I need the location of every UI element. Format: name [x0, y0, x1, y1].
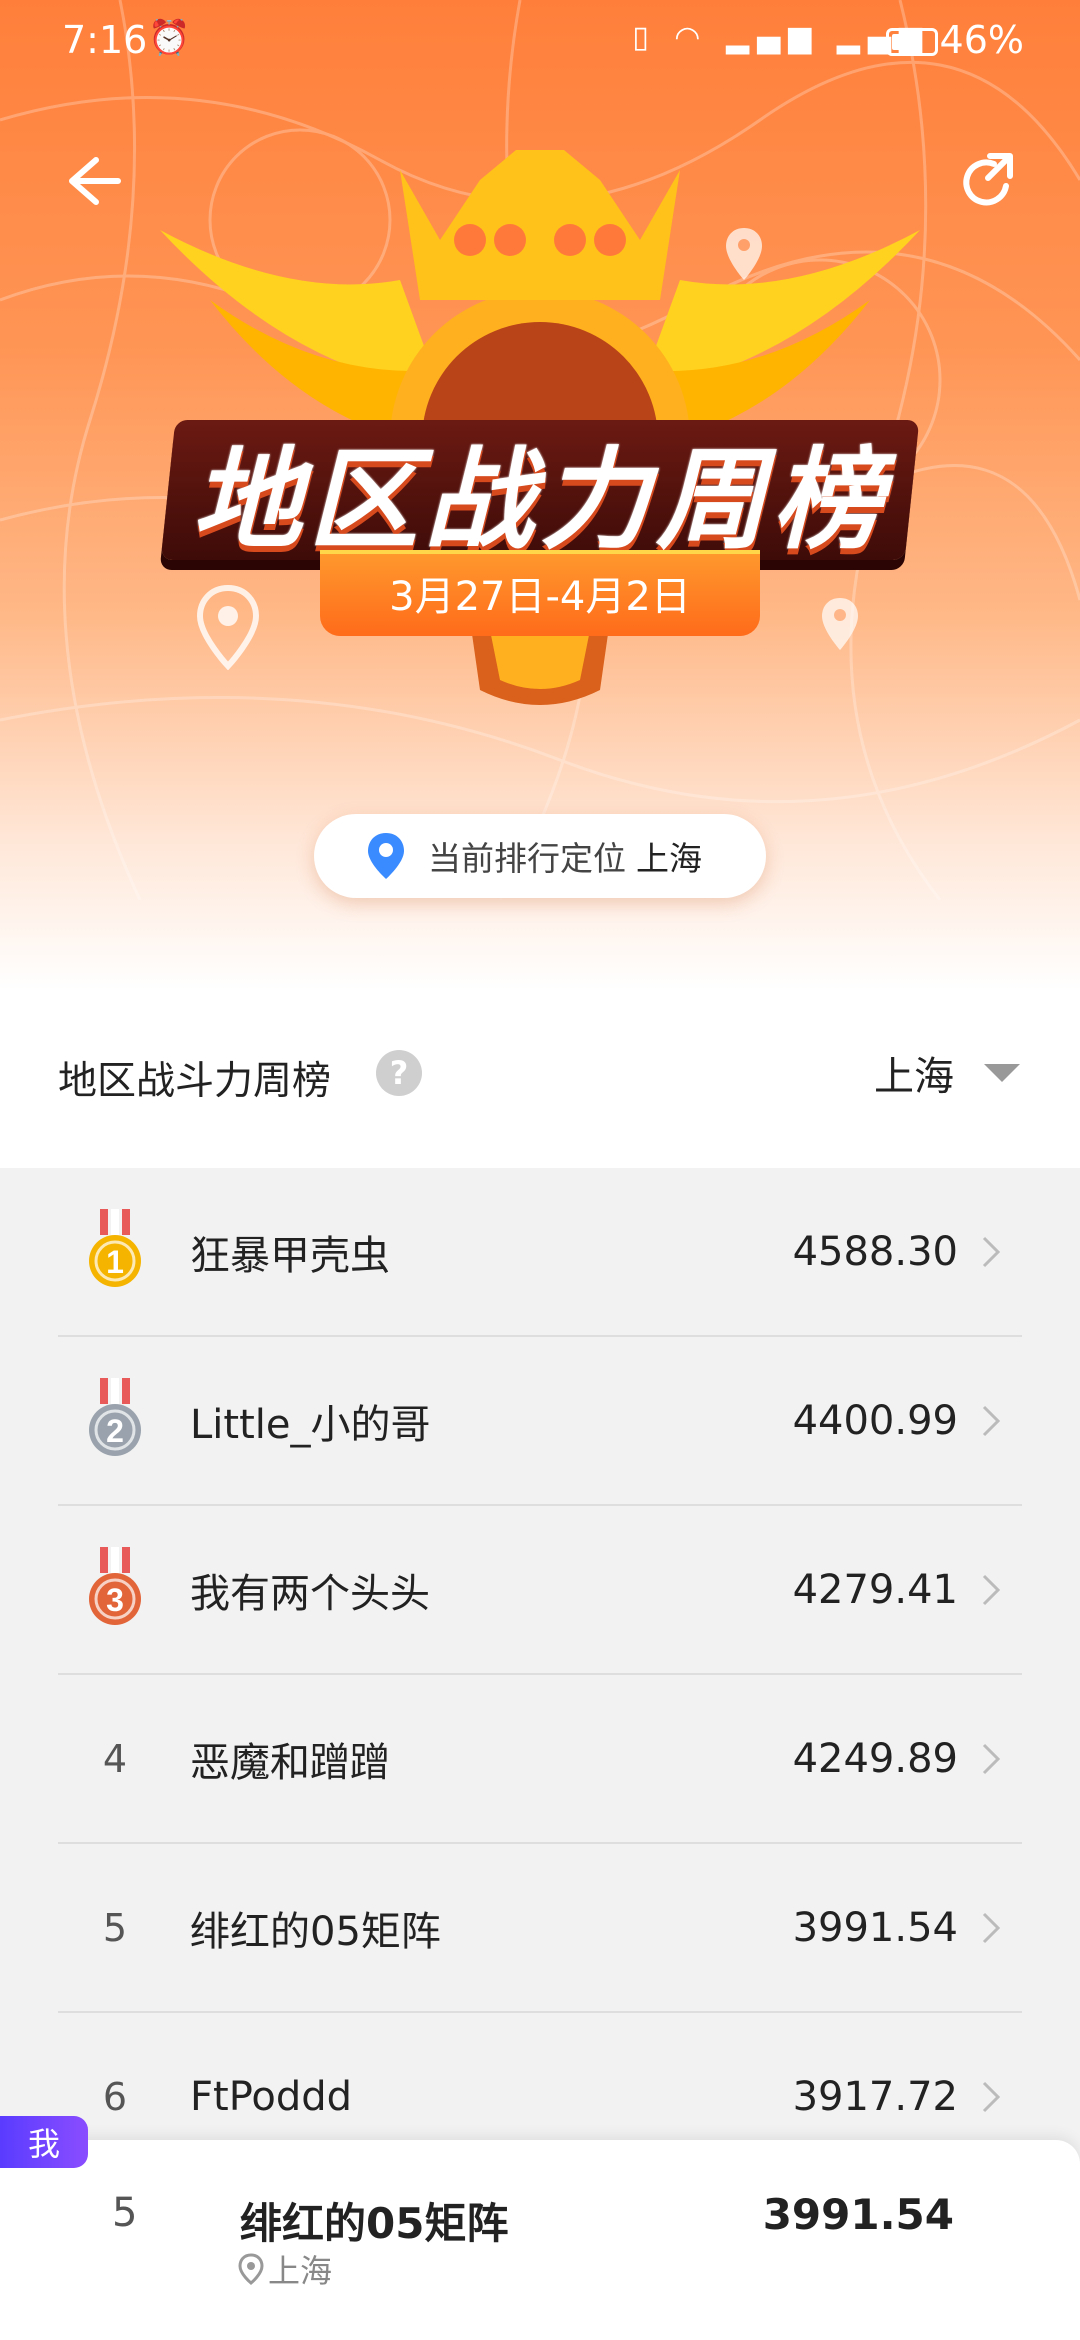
- ranking-row[interactable]: 3 我有两个头头 4279.41: [58, 1506, 1022, 1675]
- status-time: 7:16: [62, 18, 148, 62]
- svg-text:2: 2: [106, 1413, 124, 1449]
- ranking-row[interactable]: 1 狂暴甲壳虫 4588.30: [58, 1168, 1022, 1337]
- chevron-right-icon: [982, 1574, 1001, 1605]
- ranking-list: 1 狂暴甲壳虫 4588.30 2 Little_小的哥 4400.99 3 我有两个头头 42…: [58, 1168, 1022, 2182]
- help-icon[interactable]: ?: [376, 1050, 422, 1096]
- my-city: 上海: [268, 2252, 333, 2290]
- player-score: 4279.41: [792, 1566, 958, 1613]
- share-icon[interactable]: [954, 146, 1024, 216]
- ranking-row[interactable]: 5 绯红的05矩阵 3991.54: [58, 1844, 1022, 2013]
- hero-banner: 7:16 ⏰ ▯ ◠ ▂▄▆ ▂▄▆ 46% 地区战力周榜 3月27日-4月2日: [0, 0, 1080, 990]
- dropdown-triangle-icon: [984, 1064, 1020, 1082]
- map-pin-icon: [196, 584, 260, 670]
- map-pin-icon: [822, 598, 858, 650]
- alarm-icon: ⏰: [148, 18, 201, 58]
- player-name: 狂暴甲壳虫: [190, 1232, 390, 1279]
- location-pin-icon: [368, 833, 404, 879]
- region-dropdown[interactable]: 上海: [874, 1044, 1020, 1102]
- player-name: FtPoddd: [190, 2073, 353, 2120]
- rank-number: 6: [102, 2074, 128, 2119]
- bronze-medal-icon: 3: [78, 1545, 152, 1635]
- location-pin-icon: [238, 2253, 264, 2285]
- my-name: 绯红的05矩阵: [240, 2199, 509, 2248]
- chevron-right-icon: [982, 1743, 1001, 1774]
- svg-text:3: 3: [106, 1582, 124, 1618]
- page-title: 地区战力周榜: [192, 436, 888, 564]
- ranking-header: 地区战斗力周榜 ? 上海: [0, 990, 1080, 1168]
- gold-medal-icon: 1: [78, 1207, 152, 1297]
- me-tag: 我: [0, 2116, 88, 2168]
- map-pin-icon: [726, 228, 762, 280]
- my-rank-card[interactable]: [0, 2140, 1080, 2340]
- status-bar: 7:16 ⏰ ▯ ◠ ▂▄▆ ▂▄▆ 46%: [0, 0, 1080, 84]
- my-score: 3991.54: [762, 2190, 954, 2239]
- player-name: 恶魔和蹭蹭: [190, 1739, 390, 1786]
- player-name: Little_小的哥: [190, 1401, 431, 1448]
- ranking-row[interactable]: 4 恶魔和蹭蹭 4249.89: [58, 1675, 1022, 1844]
- ranking-row[interactable]: 2 Little_小的哥 4400.99: [58, 1337, 1022, 1506]
- rank-number: 5: [102, 1905, 128, 1950]
- chevron-right-icon: [982, 1912, 1001, 1943]
- player-name: 我有两个头头: [190, 1570, 430, 1617]
- player-score: 3917.72: [792, 2073, 958, 2120]
- player-score: 4400.99: [792, 1397, 958, 1444]
- player-score: 3991.54: [792, 1904, 958, 1951]
- chevron-right-icon: [982, 2081, 1001, 2112]
- location-label: 当前排行定位: [428, 839, 626, 878]
- section-title: 地区战斗力周榜: [58, 1059, 332, 1104]
- chevron-right-icon: [982, 1236, 1001, 1267]
- my-location: 上海: [238, 2246, 332, 2292]
- silver-medal-icon: 2: [78, 1376, 152, 1466]
- location-city: 上海: [636, 839, 702, 878]
- battery-percent: 46%: [939, 18, 1024, 62]
- rank-number: 4: [102, 1736, 128, 1781]
- player-score: 4588.30: [792, 1228, 958, 1275]
- battery-icon: [886, 28, 938, 56]
- player-score: 4249.89: [792, 1735, 958, 1782]
- chevron-right-icon: [982, 1405, 1001, 1436]
- svg-text:1: 1: [106, 1244, 124, 1280]
- region-value: 上海: [874, 1054, 954, 1100]
- my-rank: 5: [112, 2190, 138, 2236]
- back-arrow-icon[interactable]: [56, 146, 126, 216]
- date-range: 3月27日-4月2日: [320, 550, 760, 636]
- current-location-pill[interactable]: 当前排行定位 上海: [314, 814, 766, 898]
- player-name: 绯红的05矩阵: [190, 1908, 441, 1955]
